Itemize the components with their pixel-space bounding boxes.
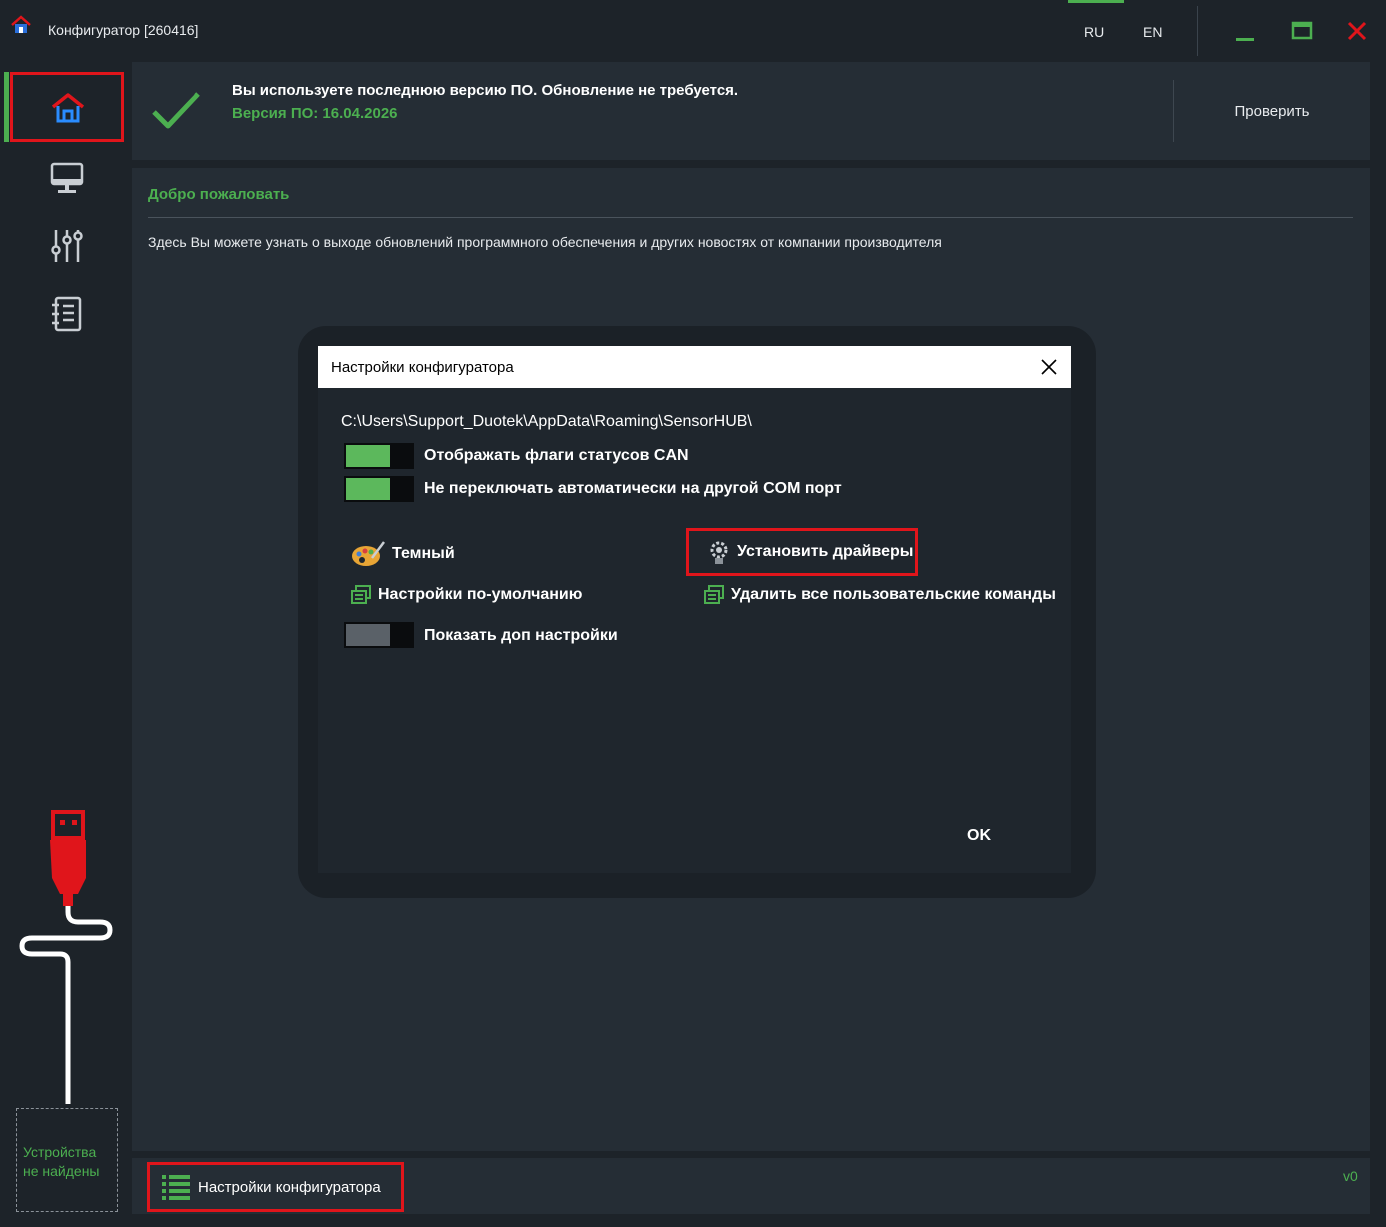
software-version: Версия ПО: 16.04.2026 bbox=[232, 105, 398, 122]
version-label: v0 bbox=[1343, 1168, 1358, 1184]
sidebar-item-journal[interactable] bbox=[10, 278, 124, 348]
sliders-icon bbox=[51, 230, 83, 262]
update-panel: Вы используете последнюю версию ПО. Обно… bbox=[132, 62, 1370, 160]
app-data-path: C:\Users\Support_Duotek\AppData\Roaming\… bbox=[341, 413, 752, 430]
ok-button[interactable]: OK bbox=[946, 818, 1012, 854]
bottom-bar: Настройки конфигуратора v0 bbox=[132, 1158, 1370, 1214]
default-settings-label: Настройки по-умолчанию bbox=[378, 586, 583, 603]
toggle-com-port-switch-label: Не переключать автоматически на другой C… bbox=[424, 480, 842, 497]
check-updates-button[interactable]: Проверить bbox=[1174, 62, 1370, 160]
devices-status-box: Устройства не найдены bbox=[16, 1108, 118, 1212]
default-settings-button[interactable]: Настройки по-умолчанию bbox=[350, 584, 582, 606]
driver-gear-icon bbox=[710, 541, 728, 564]
welcome-divider bbox=[148, 217, 1353, 218]
maximize-icon[interactable] bbox=[1285, 14, 1319, 48]
dialog-titlebar: Настройки конфигуратора bbox=[318, 346, 1071, 388]
minimize-icon[interactable] bbox=[1228, 14, 1262, 48]
theme-button[interactable]: Темный bbox=[350, 540, 455, 568]
welcome-title: Добро пожаловать bbox=[148, 186, 290, 203]
configurator-settings-button[interactable]: Настройки конфигуратора bbox=[147, 1162, 404, 1212]
sidebar-item-settings[interactable] bbox=[10, 210, 124, 280]
usb-cable-icon bbox=[19, 810, 113, 1104]
close-window-icon[interactable] bbox=[1340, 14, 1374, 48]
windows-stack-icon bbox=[704, 585, 724, 604]
dialog-close-icon[interactable] bbox=[1036, 354, 1062, 380]
delete-commands-button[interactable]: Удалить все пользовательские команды bbox=[703, 584, 1056, 606]
install-drivers-button[interactable]: Установить драйверы bbox=[686, 528, 918, 576]
sidebar-item-home[interactable] bbox=[10, 72, 124, 142]
checkmark-icon bbox=[152, 92, 200, 129]
configurator-settings-dialog: Настройки конфигуратора C:\Users\Support… bbox=[318, 346, 1071, 873]
monitor-icon bbox=[50, 162, 84, 193]
toggle-extra-settings-label: Показать доп настройки bbox=[424, 627, 618, 644]
language-en-button[interactable]: EN bbox=[1143, 24, 1162, 40]
toggle-can-flags-label: Отображать флаги статусов CAN bbox=[424, 447, 689, 464]
delete-commands-label: Удалить все пользовательские команды bbox=[731, 586, 1056, 603]
language-ru-button[interactable]: RU bbox=[1084, 24, 1104, 40]
home-icon bbox=[51, 93, 85, 123]
windows-stack-icon bbox=[351, 585, 371, 604]
sidebar-active-indicator bbox=[4, 72, 9, 142]
update-message: Вы используете последнюю версию ПО. Обно… bbox=[232, 82, 739, 99]
toggle-extra-settings[interactable] bbox=[344, 622, 414, 648]
journal-icon bbox=[52, 296, 82, 332]
titlebar-divider bbox=[1197, 6, 1198, 56]
active-language-indicator bbox=[1068, 0, 1124, 3]
sidebar-item-monitor[interactable] bbox=[10, 144, 124, 214]
toggle-com-port-switch[interactable] bbox=[344, 476, 414, 502]
list-icon bbox=[162, 1175, 190, 1200]
theme-label: Темный bbox=[392, 545, 455, 562]
title-bar: Конфигуратор [260416] RU EN bbox=[0, 0, 1386, 62]
app-home-icon bbox=[11, 15, 31, 33]
welcome-text: Здесь Вы можете узнать о выходе обновлен… bbox=[148, 234, 942, 250]
install-drivers-label: Установить драйверы bbox=[737, 543, 914, 560]
window-title: Конфигуратор [260416] bbox=[48, 22, 199, 38]
toggle-can-flags[interactable] bbox=[344, 443, 414, 469]
sidebar: Устройства не найдены bbox=[0, 62, 132, 1227]
configurator-settings-label: Настройки конфигуратора bbox=[198, 1178, 381, 1196]
dialog-title: Настройки конфигуратора bbox=[331, 359, 514, 376]
palette-icon bbox=[352, 541, 385, 566]
devices-status-text: Устройства не найдены bbox=[23, 1144, 100, 1179]
